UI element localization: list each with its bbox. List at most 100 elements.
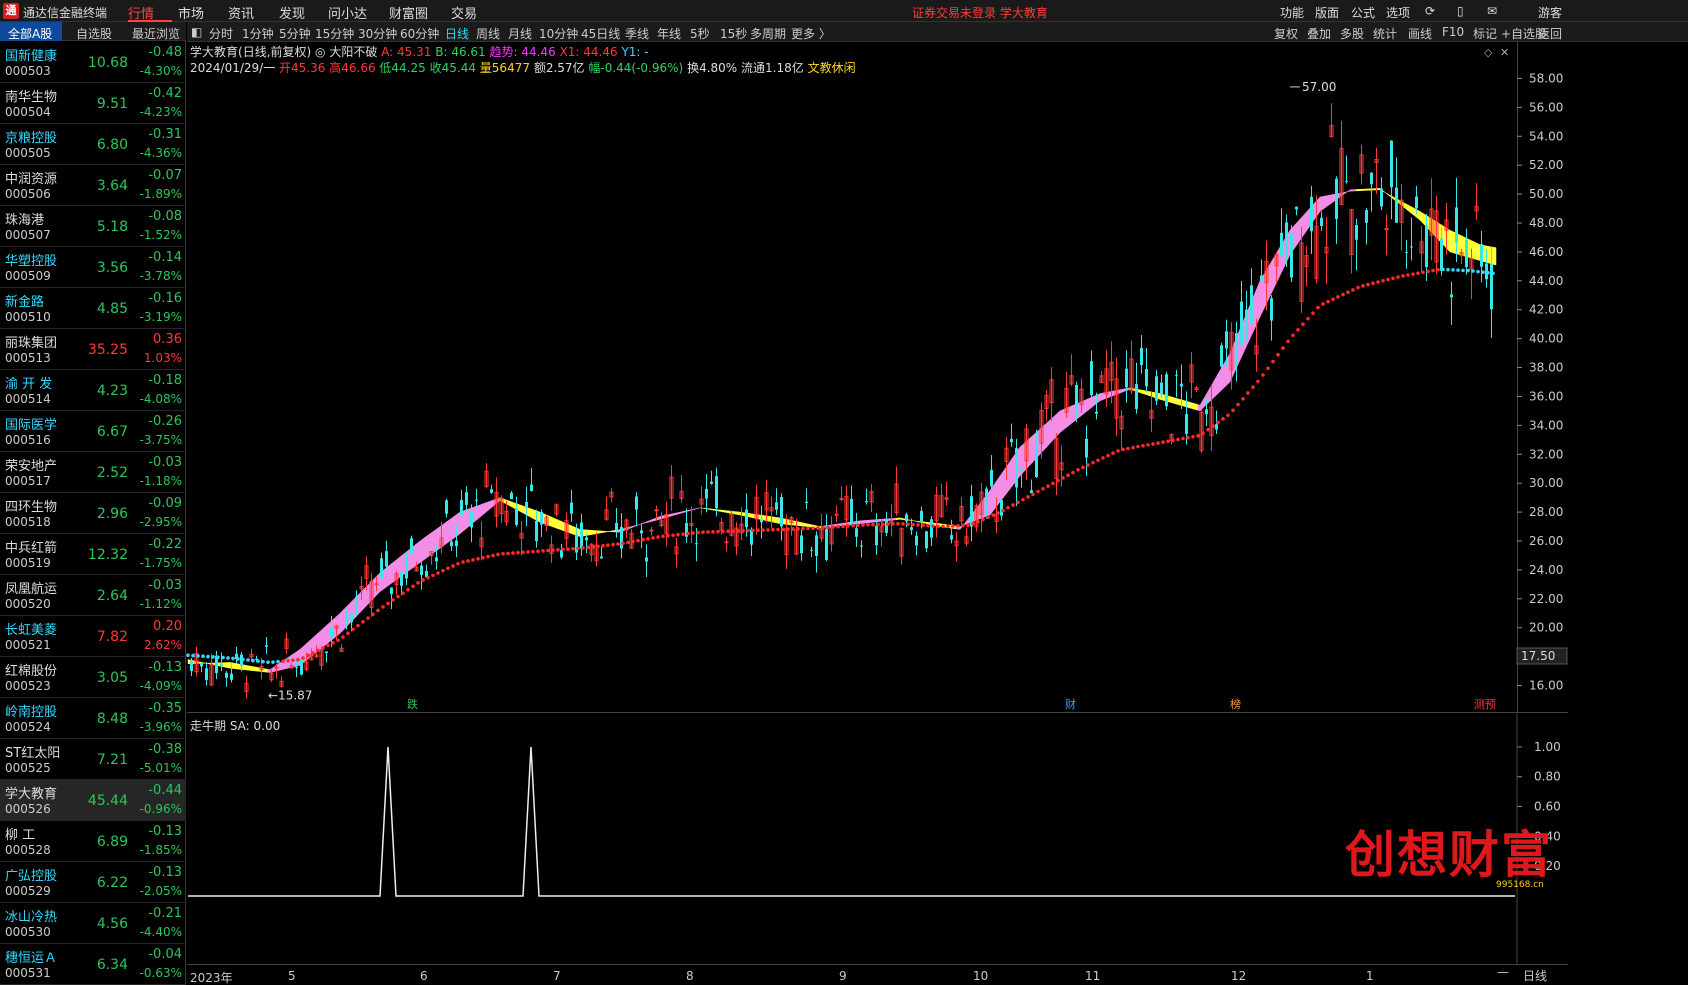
trend-band-segment — [925, 521, 929, 525]
ma-dot — [951, 524, 955, 528]
ma-dot — [721, 529, 725, 534]
ma-dot — [1231, 408, 1235, 413]
ma-dot — [1141, 443, 1145, 448]
trend-band-segment — [387, 564, 391, 587]
ma-dot — [1481, 270, 1485, 275]
trend-band-segment — [317, 630, 321, 652]
price-tick-label: 48.00 — [1529, 216, 1563, 230]
ma-dot — [526, 550, 530, 554]
ma-dot — [756, 528, 760, 533]
ma-dot — [706, 530, 710, 534]
trend-band-segment — [337, 612, 341, 636]
candle-body-down — [385, 551, 388, 567]
date-tick-label: 6 — [420, 969, 428, 983]
trend-band-segment — [859, 520, 863, 524]
trend-band-segment — [1161, 393, 1165, 401]
price-tick-label: 50.00 — [1529, 187, 1563, 201]
trend-band-segment — [251, 666, 255, 672]
trend-band-segment — [1377, 188, 1381, 191]
trend-band-segment — [771, 516, 775, 523]
trend-band-segment — [1413, 207, 1417, 218]
ma-dot — [771, 527, 775, 532]
trend-band-segment — [857, 520, 861, 525]
trend-band-segment — [341, 608, 345, 633]
ma-dot — [396, 594, 400, 599]
trend-band-segment — [1471, 240, 1475, 260]
trend-band-segment — [1203, 393, 1207, 408]
ma-dot — [1301, 322, 1305, 327]
trend-band-segment — [1287, 229, 1291, 260]
scroll-minus-button[interactable]: — — [1497, 965, 1509, 979]
ma-dot — [1421, 270, 1425, 275]
ma-dot — [736, 529, 740, 533]
trend-band-segment — [421, 537, 425, 562]
trend-band-segment — [1141, 389, 1145, 395]
ma-dot — [801, 526, 805, 531]
trend-band-segment — [1151, 391, 1155, 398]
trend-band-segment — [1099, 392, 1103, 402]
trend-band-segment — [1407, 204, 1411, 213]
trend-band-segment — [1139, 389, 1143, 394]
ma-dot — [306, 653, 310, 658]
ma-dot — [661, 534, 665, 539]
trend-band-segment — [1305, 209, 1309, 233]
ma-dot — [356, 623, 360, 628]
candle-body-down — [1145, 369, 1148, 387]
candle-body-down — [1035, 448, 1038, 477]
ma-dot — [281, 659, 285, 663]
candle-body-down — [1245, 309, 1248, 340]
candle-body-down — [355, 596, 358, 604]
price-tick-label: 24.00 — [1529, 563, 1563, 577]
trend-band-segment — [467, 508, 471, 528]
trend-band-segment — [733, 511, 737, 515]
trend-band-segment — [645, 520, 649, 524]
ma-dot — [416, 581, 420, 585]
ma-dot — [746, 528, 750, 533]
trend-band-segment — [1349, 189, 1353, 192]
ma-dot — [971, 521, 975, 526]
date-tick-label: 5 — [288, 969, 296, 983]
candle-body-down — [190, 660, 193, 672]
sub-tick-label: 1.00 — [1534, 740, 1561, 754]
watermark-logo: 创想财富 — [1345, 825, 1553, 884]
trend-band-segment — [207, 662, 211, 665]
candle-body-down — [1260, 275, 1263, 281]
trend-band-segment — [881, 518, 885, 522]
trend-band-segment — [1173, 397, 1177, 405]
candle-body-down — [420, 565, 423, 575]
candle-body-down — [1465, 239, 1468, 268]
trend-band-segment — [877, 519, 881, 522]
event-marker: 跌 — [407, 697, 418, 711]
ma-dot — [1161, 440, 1165, 444]
current-price-label: 17.50 — [1521, 649, 1555, 663]
trend-band-segment — [511, 501, 515, 509]
ma-dot — [596, 544, 600, 549]
ma-dot — [476, 556, 480, 561]
trend-band-segment — [1061, 408, 1065, 432]
ma-dot — [1456, 268, 1460, 272]
ma-dot — [1086, 463, 1090, 467]
ma-dot — [1266, 366, 1270, 371]
trend-band-segment — [741, 512, 745, 517]
ma-dot — [1211, 424, 1215, 428]
candle-body-down — [805, 501, 808, 504]
trend-band-segment — [1321, 195, 1325, 211]
trend-band-segment — [1101, 392, 1105, 401]
trend-band-segment — [235, 663, 239, 670]
candle-body-down — [220, 663, 223, 667]
ma-dot — [836, 524, 840, 529]
trend-band-segment — [671, 513, 675, 517]
ma-dot — [531, 549, 535, 554]
ma-dot — [741, 528, 745, 533]
ma-dot — [1176, 437, 1180, 442]
trend-band-segment — [1295, 220, 1299, 247]
ma-dot — [341, 635, 345, 639]
trend-band-segment — [385, 565, 389, 588]
event-marker: 榜 — [1230, 697, 1241, 711]
trend-band-segment — [413, 543, 417, 568]
trend-band-segment — [1143, 390, 1147, 395]
candle-body-down — [860, 545, 863, 547]
ma-dot — [456, 561, 460, 566]
trend-band-segment — [1223, 359, 1227, 389]
candle-body-down — [1085, 438, 1088, 458]
